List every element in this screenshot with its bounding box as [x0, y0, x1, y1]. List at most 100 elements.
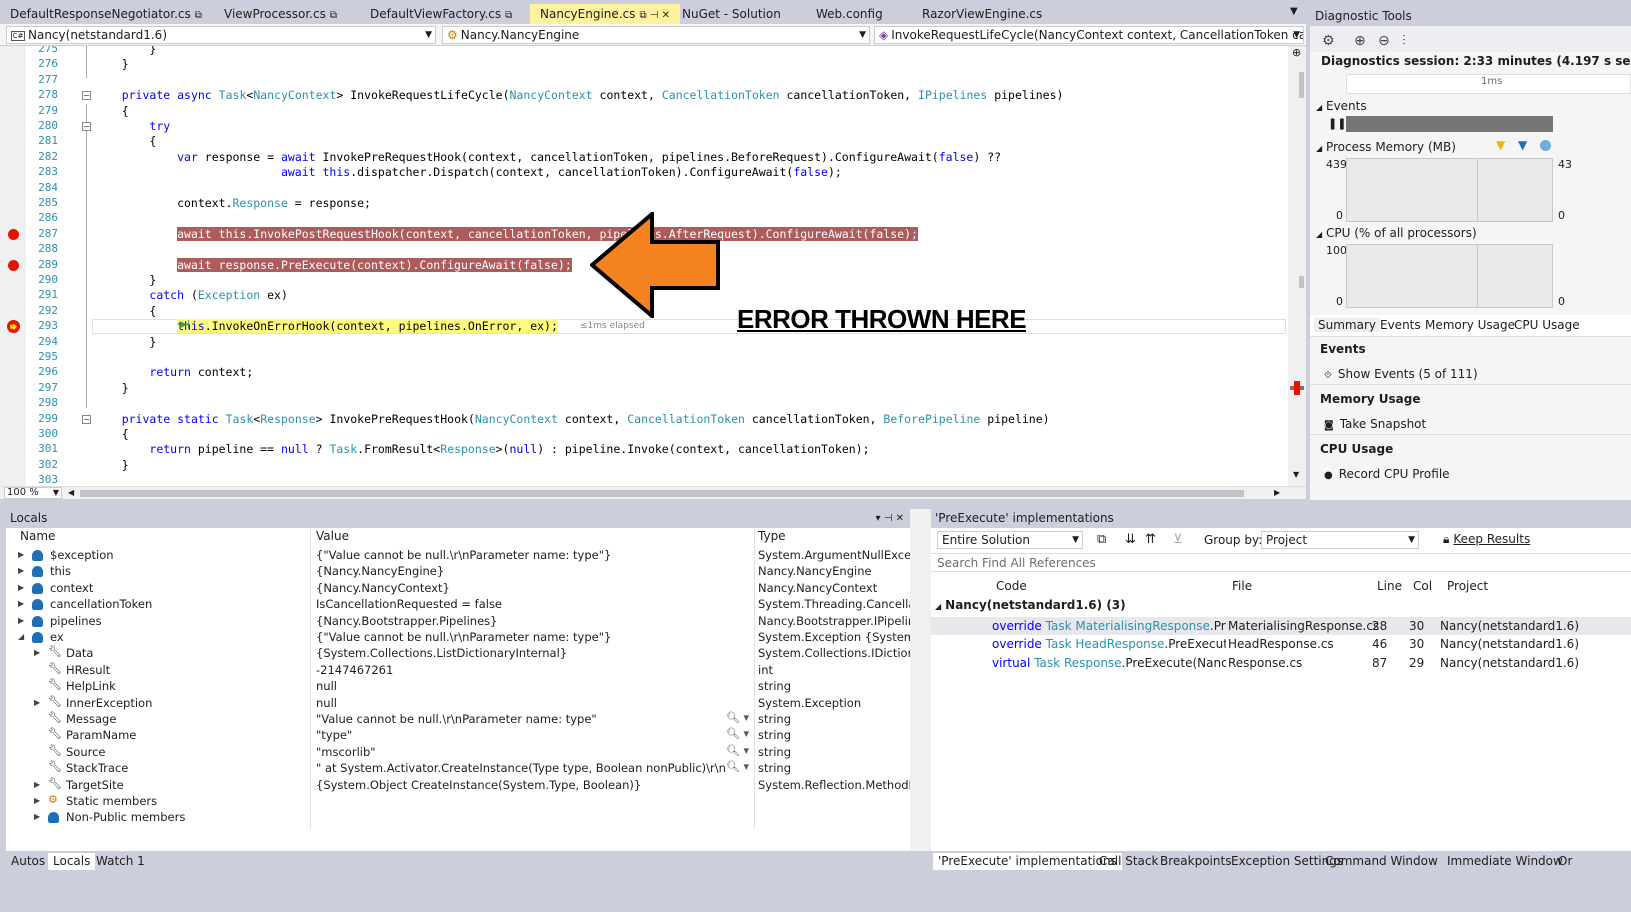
- type-dropdown[interactable]: ⚙ Nancy.NancyEngine ▼: [442, 26, 870, 44]
- locals-row[interactable]: ◢ ex {"Value cannot be null.\r\nParameter …: [6, 629, 910, 645]
- code-line[interactable]: {: [94, 104, 129, 118]
- column-name-header[interactable]: Name: [20, 529, 55, 545]
- column-col-header[interactable]: Col: [1413, 579, 1432, 593]
- tab-document[interactable]: NuGet - Solution: [672, 4, 795, 24]
- scope-dropdown[interactable]: Entire Solution ▼: [937, 531, 1083, 549]
- column-project-header[interactable]: Project: [1447, 579, 1488, 593]
- filter-icon[interactable]: ⊻: [1173, 532, 1183, 547]
- split-editor-icon[interactable]: ⊕: [1292, 46, 1301, 59]
- tab-pin-icon[interactable]: ⧉ ⊣ ✕: [639, 10, 670, 21]
- memory-section-header[interactable]: ◢ Process Memory (MB): [1316, 140, 1456, 154]
- tab-document[interactable]: ViewProcessor.cs ⧉: [214, 4, 347, 24]
- expand-icon[interactable]: ▶: [34, 812, 40, 821]
- visualizer-icon[interactable]: 🔍︎ ▾: [726, 744, 749, 757]
- code-line[interactable]: await this.InvokePostRequestHook(context…: [94, 226, 918, 241]
- code-line[interactable]: try: [94, 119, 170, 133]
- horizontal-scrollbar-thumb[interactable]: [80, 490, 1244, 497]
- code-line[interactable]: catch (Exception ex): [94, 288, 288, 302]
- tab-events[interactable]: Events: [1376, 318, 1425, 332]
- code-line[interactable]: await this.dispatcher.Dispatch(context, …: [94, 165, 842, 179]
- code-line[interactable]: }: [94, 57, 129, 71]
- locals-row[interactable]: 🔧︎ ParamName "type" string 🔍︎ ▾: [6, 727, 910, 743]
- locals-row[interactable]: 🔧︎ StackTrace " at System.Activator.Create…: [6, 760, 910, 776]
- column-file-header[interactable]: File: [1232, 579, 1252, 593]
- collapse-region-icon[interactable]: −: [82, 91, 91, 101]
- collapse-icon[interactable]: ◢: [18, 632, 24, 641]
- expand-icon[interactable]: ▶: [34, 698, 40, 707]
- tool-tab[interactable]: Call Stack: [1094, 853, 1163, 870]
- expand-icon[interactable]: ▶: [18, 616, 24, 625]
- locals-row[interactable]: ▶ ⚙ Static members: [6, 793, 910, 809]
- locals-row[interactable]: ▶ context {Nancy.NancyContext} Nancy.NancyC…: [6, 580, 910, 596]
- scroll-left-icon[interactable]: ◀: [68, 488, 74, 497]
- project-dropdown[interactable]: C# Nancy(netstandard1.6) ▼: [6, 26, 436, 44]
- pause-icon[interactable]: ❚❚: [1328, 117, 1346, 130]
- implementation-row[interactable]: override Task HeadResponse.PreExecute(Na…: [931, 635, 1631, 653]
- expand-icon[interactable]: ▶: [18, 550, 24, 559]
- zoom-out-icon[interactable]: ⊖: [1378, 33, 1390, 49]
- column-line-header[interactable]: Line: [1377, 579, 1402, 593]
- record-cpu-profile-button[interactable]: ● Record CPU Profile: [1324, 467, 1450, 481]
- code-line[interactable]: return pipeline == null ? Task.FromResul…: [94, 442, 869, 456]
- expand-icon[interactable]: ▶: [18, 599, 24, 608]
- result-group[interactable]: ◢ Nancy(netstandard1.6) (3): [935, 598, 1126, 612]
- code-line[interactable]: this.InvokeOnErrorHook(context, pipeline…: [94, 319, 558, 334]
- column-separator[interactable]: [754, 529, 755, 829]
- implementation-row[interactable]: override Task MaterialisingResponse.PreE…: [931, 617, 1631, 635]
- locals-row[interactable]: ▶ cancellationToken IsCancellationRequeste…: [6, 596, 910, 612]
- keep-results-button[interactable]: 🔒︎ Keep Results: [1443, 532, 1530, 547]
- implementation-row[interactable]: virtual Task Response.PreExecute(NancyCo…: [931, 654, 1631, 672]
- tab-cpu-usage[interactable]: CPU Usage: [1510, 318, 1584, 332]
- expand-icon[interactable]: ▶: [34, 796, 40, 805]
- tool-tab[interactable]: Or: [1553, 853, 1577, 870]
- tab-overflow-icon[interactable]: ▼: [1290, 6, 1298, 17]
- tab-pin-icon[interactable]: ⧉: [505, 10, 512, 21]
- events-section-header[interactable]: ◢ Events: [1316, 99, 1367, 113]
- code-line[interactable]: {: [94, 304, 156, 318]
- run-to-click-icon[interactable]: ▶|: [180, 320, 190, 330]
- scroll-right-icon[interactable]: ▶: [1274, 488, 1280, 497]
- code-line[interactable]: }: [94, 46, 156, 56]
- current-statement-icon[interactable]: [7, 320, 20, 334]
- collapse-region-icon[interactable]: −: [82, 122, 91, 131]
- locals-scrollbar[interactable]: [910, 509, 931, 851]
- group-by-dropdown[interactable]: Project ▼: [1261, 531, 1419, 549]
- cpu-section-header[interactable]: ◢ CPU (% of all processors): [1316, 226, 1477, 240]
- code-line[interactable]: context.Response = response;: [94, 196, 371, 210]
- memory-graph[interactable]: [1346, 158, 1553, 222]
- search-references-box[interactable]: Search Find All References: [931, 553, 1631, 572]
- visualizer-icon[interactable]: 🔍︎ ▾: [726, 727, 749, 740]
- code-line[interactable]: }: [94, 458, 129, 472]
- collapse-region-icon[interactable]: −: [82, 414, 91, 424]
- breakpoint-icon[interactable]: [8, 259, 19, 271]
- tab-document[interactable]: NancyEngine.cs ⧉ ⊣ ✕: [530, 4, 681, 24]
- copy-icon[interactable]: ⧉: [1097, 532, 1106, 547]
- tab-watch-1[interactable]: Watch 1: [91, 853, 150, 870]
- tab-document[interactable]: RazorViewEngine.cs: [912, 4, 1056, 24]
- scrollbar-thumb[interactable]: [1299, 72, 1304, 98]
- events-timeline-bar[interactable]: [1346, 116, 1553, 132]
- expand-all-icon[interactable]: ⇊: [1125, 532, 1136, 547]
- glyph-margin[interactable]: [0, 46, 26, 486]
- code-line[interactable]: {: [94, 134, 156, 148]
- breakpoint-icon[interactable]: [8, 228, 19, 240]
- code-line[interactable]: await response.PreExecute(context).Confi…: [94, 257, 572, 272]
- visualizer-icon[interactable]: 🔍︎ ▾: [726, 760, 749, 773]
- tool-tab[interactable]: Breakpoints: [1155, 853, 1236, 870]
- locals-row[interactable]: ▶ pipelines {Nancy.Bootstrapper.Pipelines}…: [6, 613, 910, 629]
- member-dropdown[interactable]: ◈ InvokeRequestLifeCycle(NancyContext con…: [874, 26, 1304, 44]
- zoom-in-icon[interactable]: ⊕: [1354, 33, 1366, 49]
- tab-document[interactable]: Web.config: [806, 4, 897, 24]
- code-editor[interactable]: 275 } 276 } 277 278 private async Task<Nanc…: [0, 46, 1306, 486]
- column-value-header[interactable]: Value: [316, 529, 349, 545]
- locals-row[interactable]: ▶ 🔧︎ Data {System.Collections.ListDictionar…: [6, 645, 910, 661]
- visualizer-icon[interactable]: 🔍︎ ▾: [726, 711, 749, 724]
- code-line[interactable]: private async Task<NancyContext> InvokeR…: [94, 88, 1064, 102]
- timeline-ruler[interactable]: 1ms: [1346, 74, 1631, 94]
- column-separator[interactable]: [310, 529, 311, 829]
- column-type-header[interactable]: Type: [758, 529, 786, 545]
- zoom-dropdown[interactable]: 100 % ▼: [4, 487, 62, 499]
- code-line[interactable]: var response = await InvokePreRequestHoo…: [94, 150, 1001, 164]
- tab-document[interactable]: DefaultViewFactory.cs ⧉: [360, 4, 522, 24]
- code-line[interactable]: }: [94, 335, 156, 349]
